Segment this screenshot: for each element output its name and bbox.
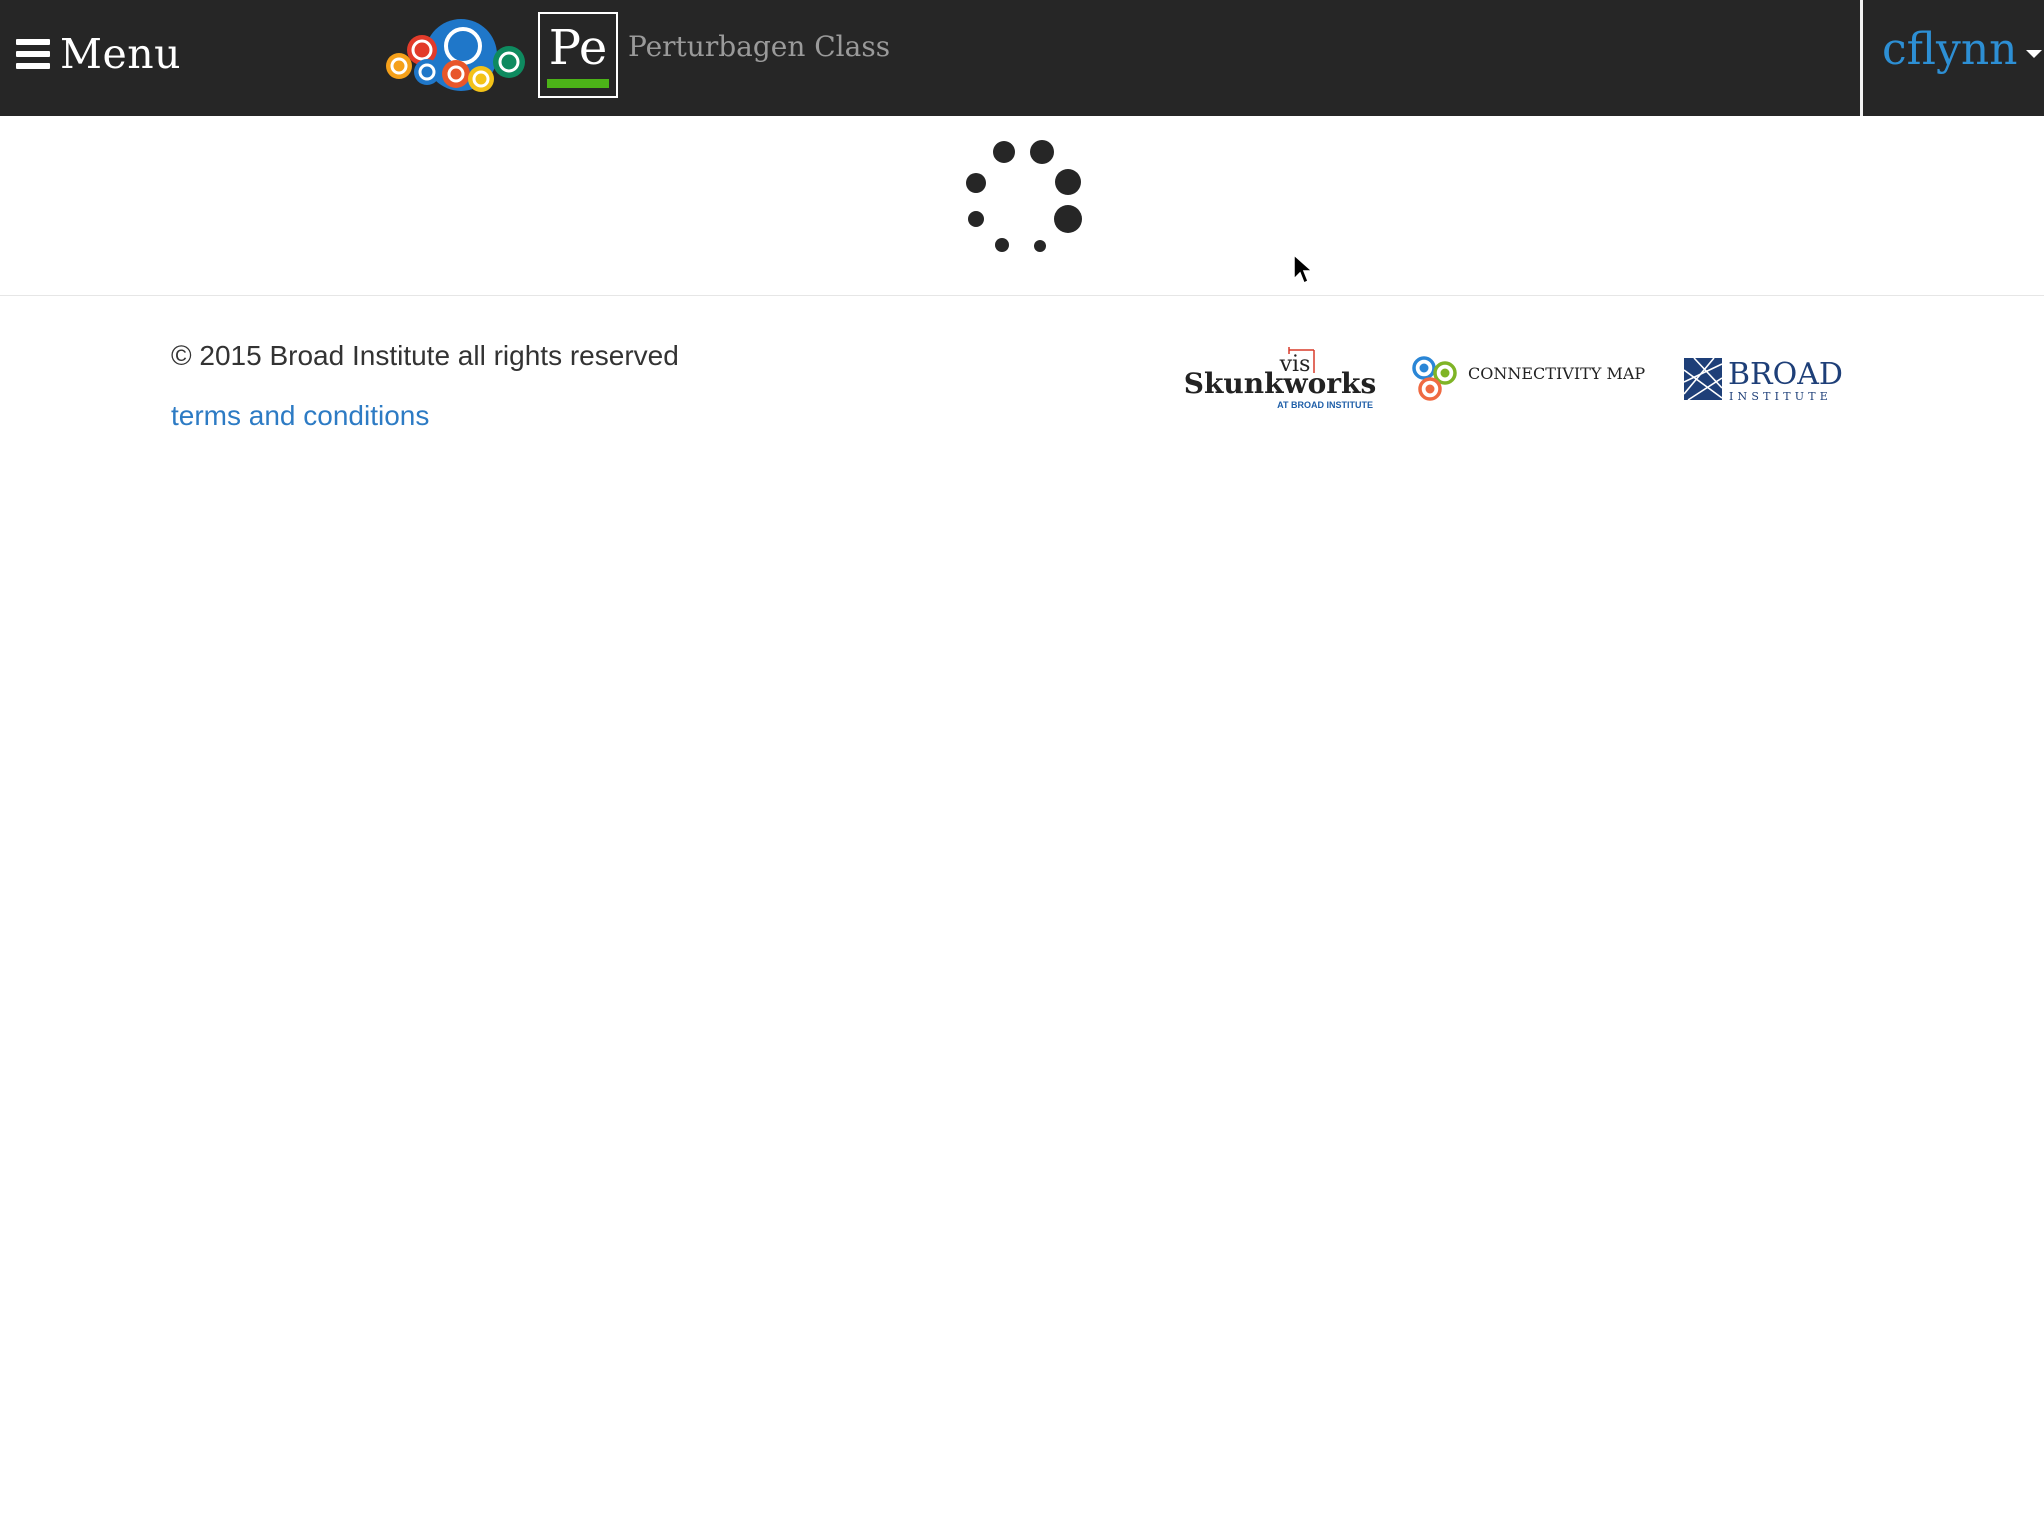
- mouse-cursor-icon: [1293, 253, 1314, 285]
- menu-button[interactable]: Menu: [16, 22, 181, 86]
- menu-label: Menu: [60, 30, 182, 78]
- broad-sub-text: INSTITUTE: [1729, 390, 1832, 403]
- caret-down-icon: [2025, 49, 2042, 58]
- connectivity-map-logo[interactable]: CONNECTIVITY MAP: [1408, 352, 1658, 406]
- broad-main-text: BROAD: [1728, 357, 1843, 392]
- page-title: Perturbagen Class: [628, 30, 891, 63]
- vis-skunkworks-logo[interactable]: vis Skunkworks AT BROAD INSTITUTE: [1184, 345, 1376, 411]
- app-badge[interactable]: Pe: [538, 12, 618, 98]
- app-badge-text: Pe: [548, 20, 608, 76]
- spinner-icon: [966, 140, 1082, 252]
- skunkworks-main-text: Skunkworks: [1184, 367, 1376, 400]
- broad-institute-logo[interactable]: BROAD INSTITUTE: [1684, 354, 1850, 404]
- copyright-text: © 2015 Broad Institute all rights reserv…: [171, 340, 679, 371]
- clue-logo[interactable]: [385, 12, 527, 98]
- cmap-text: CONNECTIVITY MAP: [1468, 364, 1645, 383]
- navbar-divider: [1860, 0, 1863, 116]
- top-navbar: Menu Pe Perturbagen Class cflynn: [0, 0, 2044, 116]
- user-name: cflynn: [1882, 24, 2018, 75]
- terms-and-conditions-link[interactable]: terms and conditions: [171, 400, 429, 432]
- app-badge-accent: [547, 79, 609, 88]
- hamburger-icon: [16, 39, 50, 69]
- skunkworks-sub-text: AT BROAD INSTITUTE: [1277, 400, 1373, 410]
- user-menu-dropdown[interactable]: cflynn: [1882, 24, 2042, 75]
- main-content: [0, 116, 2044, 296]
